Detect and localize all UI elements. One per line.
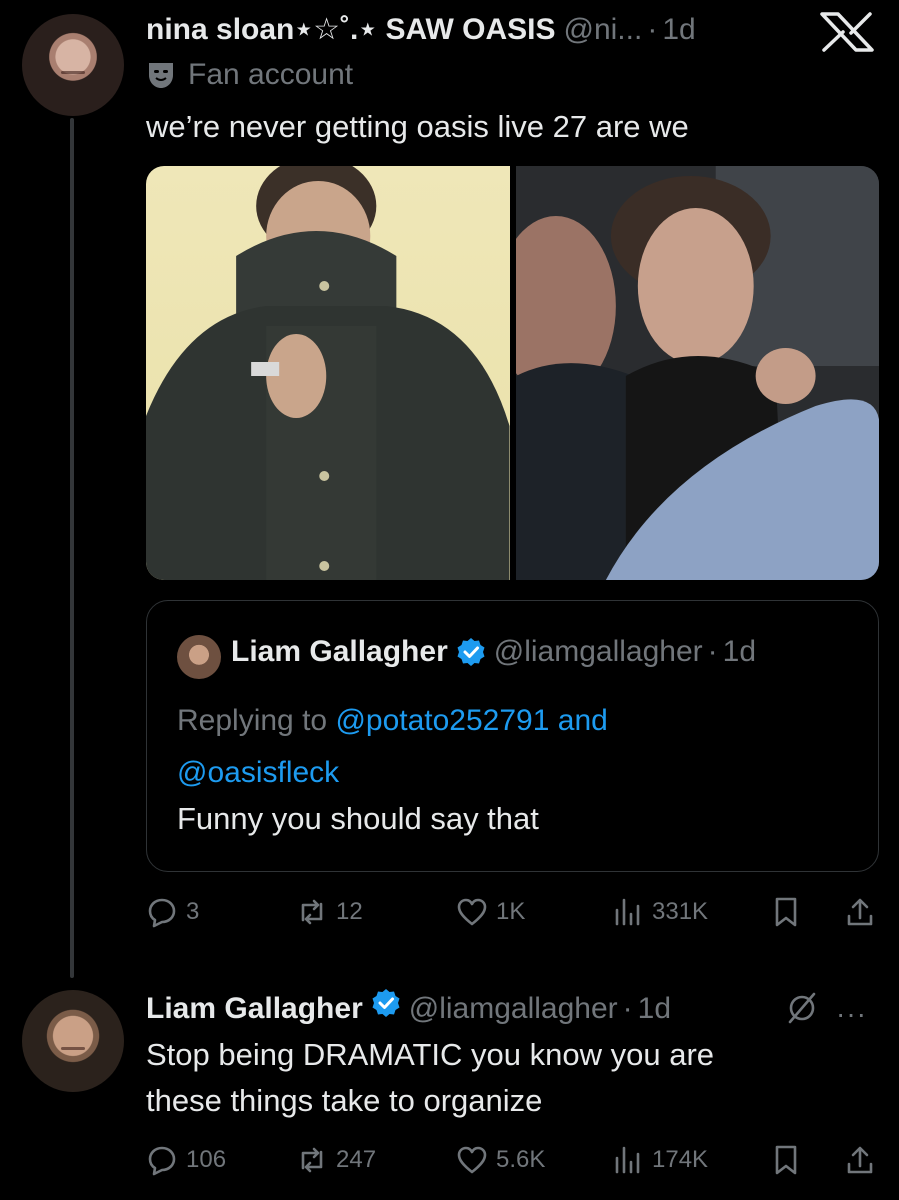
quoted-tweet[interactable]: Liam Gallagher @liamgallagher · 1d Reply… (146, 600, 879, 872)
quote-header: Liam Gallagher @liamgallagher · 1d (231, 635, 756, 669)
share-icon (847, 898, 873, 926)
tweet-text-line: these things take to organize (146, 1083, 543, 1118)
separator: · (647, 13, 658, 46)
handle[interactable]: @liamgallagher (409, 992, 618, 1026)
quote-avatar[interactable] (177, 635, 221, 679)
repost-button[interactable]: 12 (296, 896, 363, 928)
separator: · (622, 992, 633, 1025)
repost-count: 247 (336, 1146, 377, 1173)
bookmark-button[interactable] (770, 1144, 802, 1176)
bookmark-icon (775, 1145, 797, 1175)
repost-icon (301, 899, 323, 925)
verified-badge-icon (372, 989, 400, 1017)
more-options-icon[interactable]: ··· (836, 998, 867, 1030)
thread-line (70, 118, 74, 978)
timestamp[interactable]: 1d (638, 992, 671, 1026)
tweet-text: we’re never getting oasis live 27 are we (146, 109, 689, 144)
heart-icon (457, 898, 487, 926)
repost-count: 12 (336, 898, 363, 925)
photo-jacket[interactable] (146, 166, 510, 580)
quote-display-name[interactable]: Liam Gallagher (231, 635, 448, 669)
repost-button[interactable]: 247 (296, 1144, 376, 1176)
reply-count: 106 (186, 1146, 227, 1173)
heart-icon (457, 1146, 487, 1174)
tweet-text-line: Stop being DRAMATIC you know you are (146, 1037, 715, 1072)
reply-count: 3 (186, 898, 200, 925)
mention-link[interactable]: @potato252791 (335, 704, 549, 737)
bookmark-button[interactable] (770, 896, 802, 928)
x-logo-icon (820, 12, 874, 52)
avatar[interactable] (22, 14, 124, 116)
handle[interactable]: @ni... (564, 13, 643, 47)
tweet-text: Stop being DRAMATIC you know you are the… (146, 1032, 714, 1124)
replying-prefix: Replying to (177, 704, 328, 737)
grok-icon[interactable] (784, 990, 820, 1026)
photo-crowd[interactable] (515, 166, 879, 580)
action-bar: 3 12 1K 331K (146, 892, 879, 932)
timestamp[interactable]: 1d (662, 13, 695, 47)
fan-account-label: Fan account (146, 58, 353, 92)
views-button[interactable]: 331K (612, 896, 708, 928)
tweet-header: Liam Gallagher @liamgallagher · 1d (146, 988, 671, 1026)
mention-link[interactable]: @oasisfleck (177, 756, 339, 789)
quote-handle[interactable]: @liamgallagher (494, 635, 703, 669)
share-button[interactable] (844, 896, 876, 928)
quote-text: Funny you should say that (177, 801, 539, 836)
and-text: and (557, 704, 608, 737)
like-count: 5.6K (496, 1146, 546, 1173)
verified-badge-icon (457, 638, 485, 666)
separator: · (707, 635, 718, 668)
bookmark-icon (775, 897, 797, 927)
theater-mask-icon (149, 63, 173, 88)
repost-icon (301, 1147, 323, 1173)
view-count: 331K (652, 898, 709, 925)
tweet-header: nina sloan⋆☆˚.⋆ SAW OASIS @ni... · 1d (146, 12, 696, 47)
display-name[interactable]: nina sloan⋆☆˚.⋆ SAW OASIS (146, 12, 556, 47)
reply-button[interactable]: 106 (146, 1144, 226, 1176)
reply-icon (148, 1146, 176, 1176)
reply-button[interactable]: 3 (146, 896, 199, 928)
action-bar: 106 247 5.6K 174K (146, 1140, 879, 1180)
media-grid[interactable] (146, 166, 879, 580)
quote-timestamp[interactable]: 1d (723, 635, 756, 669)
like-button[interactable]: 1K (456, 896, 525, 928)
view-count: 174K (652, 1146, 709, 1173)
like-count: 1K (496, 898, 526, 925)
share-button[interactable] (844, 1144, 876, 1176)
avatar[interactable] (22, 990, 124, 1092)
like-button[interactable]: 5.6K (456, 1144, 545, 1176)
display-name[interactable]: Liam Gallagher (146, 992, 363, 1026)
views-icon (615, 1146, 640, 1174)
fan-account-text: Fan account (188, 58, 354, 91)
share-icon (847, 1146, 873, 1174)
views-button[interactable]: 174K (612, 1144, 708, 1176)
replying-to: Replying to @potato252791 and @oasisflec… (177, 695, 857, 799)
reply-icon (148, 898, 176, 928)
views-icon (615, 898, 640, 926)
